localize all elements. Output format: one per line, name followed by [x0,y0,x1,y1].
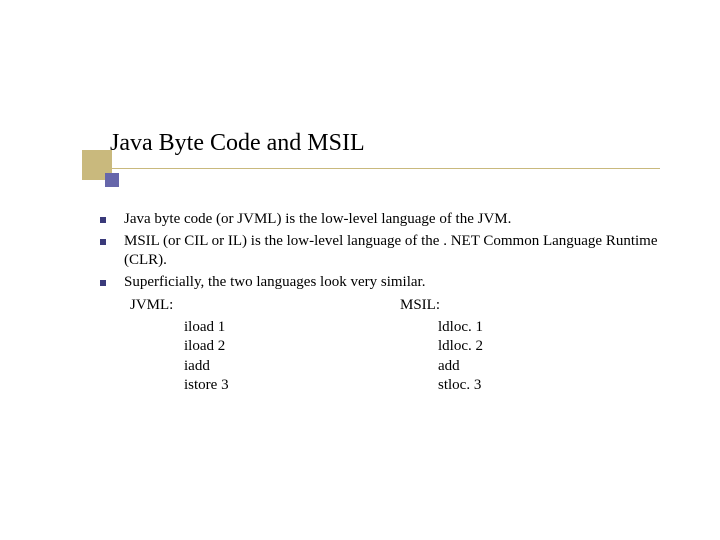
code-line: iadd [184,357,400,377]
msil-code: ldloc. 1 ldloc. 2 add stloc. 3 [438,318,680,396]
bullet-item: MSIL (or CIL or IL) is the low-level lan… [100,232,680,271]
bullet-item: Superficially, the two languages look ve… [100,273,680,293]
code-line: iload 2 [184,337,400,357]
bullet-text: MSIL (or CIL or IL) is the low-level lan… [124,232,680,271]
jvml-column: JVML: iload 1 iload 2 iadd istore 3 [130,296,400,396]
msil-label: MSIL: [400,296,680,316]
code-columns: JVML: iload 1 iload 2 iadd istore 3 MSIL… [130,296,680,396]
code-line: istore 3 [184,376,400,396]
title-area: Java Byte Code and MSIL [110,130,660,157]
bullet-icon [100,217,106,223]
msil-column: MSIL: ldloc. 1 ldloc. 2 add stloc. 3 [400,296,680,396]
bullet-text: Java byte code (or JVML) is the low-leve… [124,210,680,230]
bullet-icon [100,280,106,286]
jvml-code: iload 1 iload 2 iadd istore 3 [184,318,400,396]
title-underline [112,168,660,169]
code-line: iload 1 [184,318,400,338]
code-line: stloc. 3 [438,376,680,396]
bullet-item: Java byte code (or JVML) is the low-leve… [100,210,680,230]
code-line: add [438,357,680,377]
bullet-icon [100,239,106,245]
bullet-text: Superficially, the two languages look ve… [124,273,680,293]
slide-title: Java Byte Code and MSIL [110,130,660,157]
code-line: ldloc. 1 [438,318,680,338]
slide-content: Java byte code (or JVML) is the low-leve… [100,210,680,396]
jvml-label: JVML: [130,296,400,316]
accent-block-small [105,173,119,187]
code-line: ldloc. 2 [438,337,680,357]
